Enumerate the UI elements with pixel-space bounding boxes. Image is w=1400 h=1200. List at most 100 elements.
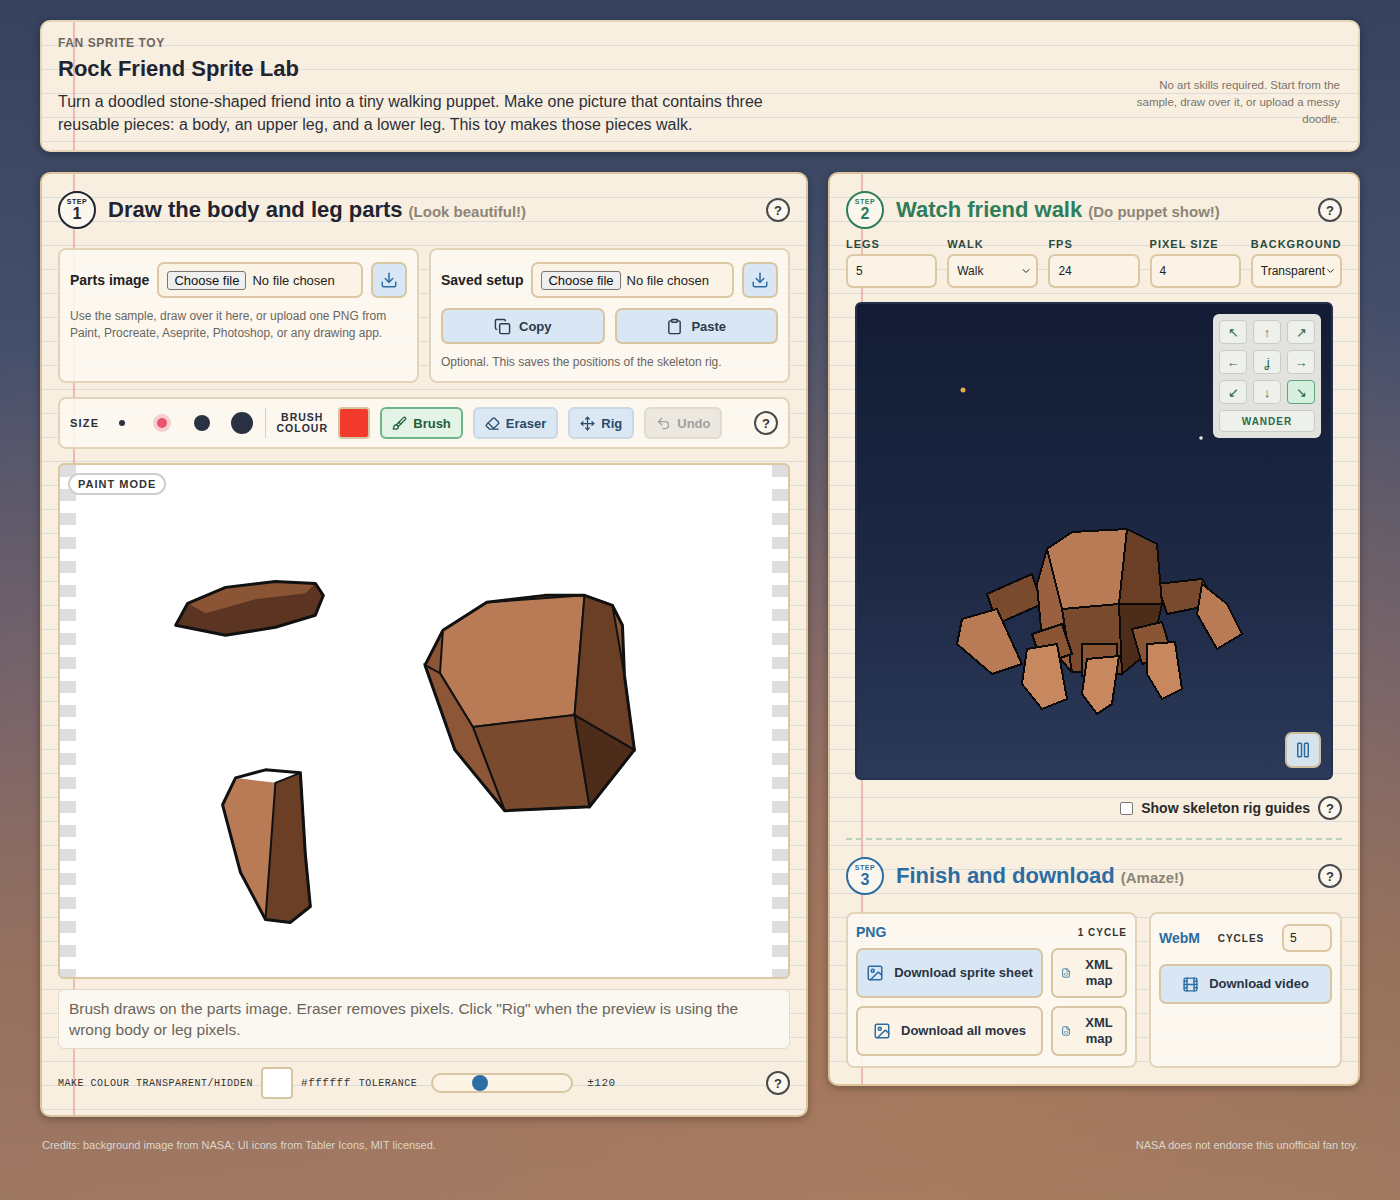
paint-toolbar: SIZEBRUSH COLOURBrushEraserRigUndo?: [58, 397, 790, 449]
play-pause-button[interactable]: [1285, 732, 1321, 768]
parts-drawing: [76, 465, 772, 977]
control-select[interactable]: Walk: [947, 254, 1038, 288]
tolerance-slider-knob[interactable]: [472, 1075, 488, 1091]
cycles-input[interactable]: 5: [1282, 924, 1332, 952]
step-header: STEP3Finish and download(Amaze!)?: [846, 854, 1342, 898]
direction-button[interactable]: ↖: [1219, 320, 1247, 344]
eraser-icon: [485, 416, 500, 431]
step-title: Finish and download(Amaze!): [896, 863, 1184, 889]
direction-button[interactable]: ↓: [1253, 380, 1281, 404]
brush-size-dot: [119, 420, 125, 426]
parts-canvas[interactable]: PAINT MODE: [58, 463, 790, 979]
xml-map-button[interactable]: XML map: [1051, 1006, 1127, 1056]
direction-button[interactable]: ↙: [1219, 380, 1247, 404]
png-download-button[interactable]: Download all moves: [856, 1006, 1043, 1056]
step-badge-number: 2: [861, 206, 870, 222]
brush-size-option[interactable]: [229, 410, 255, 436]
lower-leg-part: [223, 770, 311, 923]
png-download-button[interactable]: Download sprite sheet: [856, 948, 1043, 998]
app-title: Rock Friend Sprite Lab: [58, 56, 788, 82]
help-button[interactable]: ?: [766, 1071, 790, 1095]
saved-setup-card: Saved setup Choose file No file chosen Copy…: [429, 248, 790, 383]
saved-setup-label: Saved setup: [441, 272, 523, 288]
webm-card: WebMCYCLES5Download video: [1149, 912, 1342, 1068]
step-badge-label: STEP: [855, 198, 875, 206]
help-button[interactable]: ?: [1318, 796, 1342, 820]
skeleton-guides-checkbox[interactable]: [1120, 802, 1133, 815]
direction-button[interactable]: ↘: [1287, 380, 1315, 404]
control-select[interactable]: Transparent: [1251, 254, 1342, 288]
choose-file-button[interactable]: Choose file: [167, 271, 246, 290]
body-part: [425, 595, 634, 810]
skeleton-guides-row[interactable]: Show skeleton rig guides?: [846, 796, 1342, 820]
direction-button[interactable]: ↑: [1253, 320, 1281, 344]
png-download-label: Download sprite sheet: [894, 965, 1033, 981]
direction-button[interactable]: ↗: [1287, 320, 1315, 344]
step-subtitle: (Do puppet show!): [1088, 203, 1220, 220]
brush-size-option[interactable]: [109, 410, 135, 436]
brush-size-group: [109, 410, 255, 436]
parts-image-file-input[interactable]: Choose fileNo file chosen: [157, 262, 363, 298]
undo-icon: [656, 416, 671, 431]
step-title: Watch friend walk(Do puppet show!): [896, 197, 1220, 223]
brush-icon: [392, 416, 407, 431]
direction-button[interactable]: →: [1287, 350, 1315, 374]
brush-size-option[interactable]: [149, 410, 175, 436]
brush-colour-label: BRUSH COLOUR: [276, 412, 328, 434]
help-button[interactable]: ?: [754, 411, 778, 435]
saved-setup-file-input[interactable]: Choose file No file chosen: [531, 262, 734, 298]
brush-size-option[interactable]: [189, 410, 215, 436]
control-input[interactable]: 4: [1150, 254, 1241, 288]
copy-icon: [494, 318, 511, 335]
choose-file-button[interactable]: Choose file: [541, 271, 620, 290]
xml-map-button[interactable]: XML map: [1051, 948, 1127, 998]
direction-pad: ↖↑↗ ←ʝ→ ↙↓↘ WANDER: [1213, 314, 1321, 438]
png-card: PNG1 CYCLE Download sprite sheet XML mapDo…: [846, 912, 1137, 1068]
png-card-header: PNG1 CYCLE: [856, 924, 1127, 940]
walk-preview-stage: ↖↑↗ ←ʝ→ ↙↓↘ WANDER: [855, 302, 1333, 780]
paste-button[interactable]: Paste: [615, 308, 779, 344]
parts-image-download-button[interactable]: [371, 262, 407, 298]
clipboard-icon: [666, 318, 683, 335]
header-eyebrow: FAN SPRITE TOY: [58, 36, 788, 50]
canvas-hint: Brush draws on the parts image. Eraser r…: [58, 989, 790, 1049]
file-status: No file chosen: [627, 273, 709, 288]
step-badge: STEP2: [846, 191, 884, 229]
download-video-label: Download video: [1209, 976, 1309, 992]
step-badge-number: 1: [73, 206, 82, 222]
tool-button[interactable]: Brush: [380, 407, 463, 439]
saved-setup-download-button[interactable]: [742, 262, 778, 298]
skeleton-guides-label: Show skeleton rig guides: [1141, 800, 1310, 816]
walk-controls: LEGS5WALKWalkFPS24PIXEL SIZE4BACKGROUNDT…: [846, 238, 1342, 288]
control-input[interactable]: 5: [846, 254, 937, 288]
control-value: 5: [856, 264, 863, 278]
help-button[interactable]: ?: [766, 198, 790, 222]
tolerance-label: TOLERANCE: [359, 1078, 418, 1089]
help-button[interactable]: ?: [1318, 198, 1342, 222]
direction-button[interactable]: ʝ: [1253, 350, 1281, 374]
copy-button[interactable]: Copy: [441, 308, 605, 344]
help-button[interactable]: ?: [1318, 864, 1342, 888]
step-header: STEP2 Watch friend walk(Do puppet show!)?: [846, 188, 1342, 232]
transparent-colour-swatch[interactable]: [261, 1067, 293, 1099]
sprite-leg: [1022, 624, 1072, 709]
tool-button[interactable]: Undo: [644, 407, 722, 439]
download-video-button[interactable]: Download video: [1159, 964, 1332, 1004]
image-icon: [873, 1022, 891, 1040]
chevron-down-icon: [1325, 265, 1336, 277]
header-note: No art skills required. Start from the s…: [1125, 77, 1340, 128]
control-input[interactable]: 24: [1048, 254, 1139, 288]
chevron-down-icon: [1020, 265, 1032, 277]
tolerance-slider[interactable]: [431, 1073, 573, 1093]
direction-button[interactable]: ←: [1219, 350, 1247, 374]
control-field: PIXEL SIZE4: [1150, 238, 1241, 288]
tool-button[interactable]: Eraser: [473, 407, 558, 439]
wander-button[interactable]: WANDER: [1219, 410, 1315, 432]
tool-button[interactable]: Rig: [568, 407, 634, 439]
file-cards-row: Parts imageChoose fileNo file chosenUse …: [58, 248, 790, 383]
walking-friend-sprite: [957, 529, 1242, 714]
brush-colour-swatch[interactable]: [338, 407, 370, 439]
code-file-icon: [1061, 965, 1071, 981]
download-cards: PNG1 CYCLEDownload sprite sheetXML mapDo…: [846, 912, 1342, 1068]
toolbar-divider: [265, 408, 266, 438]
